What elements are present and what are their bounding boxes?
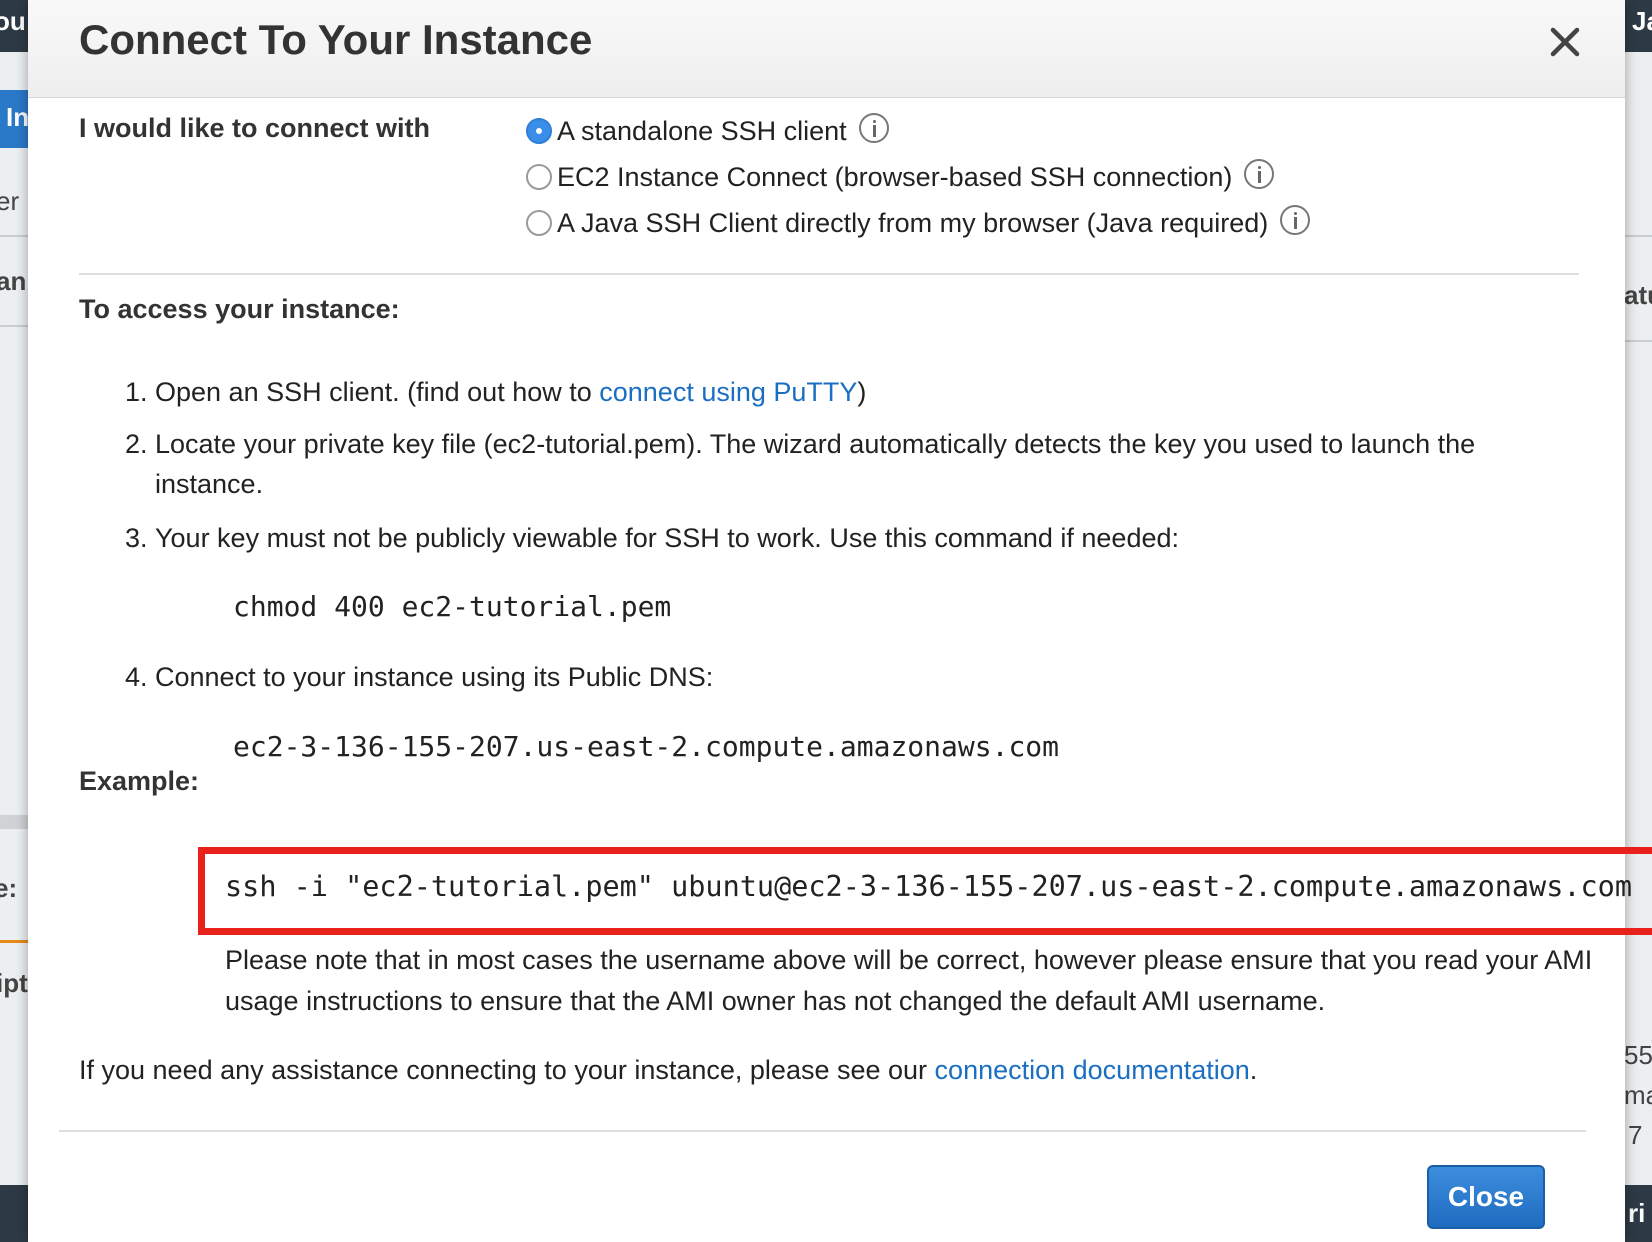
public-dns: ec2-3-136-155-207.us-east-2.compute.amaz… <box>233 730 1060 763</box>
step-text: Connect to your instance using its Publi… <box>155 662 714 692</box>
username-note: Please note that in most cases the usern… <box>225 945 1593 1016</box>
step-number: 4. <box>125 662 148 692</box>
step-text: ) <box>857 377 867 407</box>
example-ssh-command: ssh -i "ec2-tutorial.pem" ubuntu@ec2-3-1… <box>225 870 1632 903</box>
radio-standalone-ssh[interactable] <box>526 118 552 144</box>
dialog-header: Connect To Your Instance <box>28 0 1625 98</box>
assistance-label: If you need any assistance connecting to… <box>79 1055 935 1085</box>
step-4: 4. Connect to your instance using its Pub… <box>125 657 1515 697</box>
radio-ec2-instance-connect[interactable] <box>526 164 552 190</box>
chmod-command: chmod 400 ec2-tutorial.pem <box>233 590 672 623</box>
option-label[interactable]: A standalone SSH client <box>557 116 847 147</box>
step-text: Your key must not be publicly viewable f… <box>155 523 1179 553</box>
background-divider <box>1624 235 1652 237</box>
option-java-ssh-client[interactable]: A Java SSH Client directly from my brows… <box>526 203 1311 243</box>
putty-link[interactable]: connect using PuTTY <box>599 377 857 407</box>
background-page-right: Ja atu 55 ma 7 ri <box>1624 0 1652 1242</box>
step-3: 3. Your key must not be publicly viewable… <box>125 518 1515 558</box>
background-page-left: ou In er an e: ipt <box>0 0 28 1242</box>
close-button[interactable]: Close <box>1427 1165 1545 1229</box>
option-standalone-ssh[interactable]: A standalone SSH client <box>526 111 889 151</box>
background-text: In <box>6 102 28 132</box>
background-text: ou <box>0 6 26 36</box>
assistance-text: If you need any assistance connecting to… <box>79 1055 1257 1086</box>
background-text: atu <box>1624 280 1652 310</box>
background-text: 55 <box>1624 1040 1652 1070</box>
step-number: 3. <box>125 523 148 553</box>
background-accent-line <box>0 940 28 943</box>
background-text: ma <box>1624 1080 1652 1110</box>
close-icon[interactable] <box>1545 22 1585 62</box>
background-text: ri <box>1628 1198 1646 1228</box>
option-label[interactable]: A Java SSH Client directly from my brows… <box>557 208 1268 239</box>
info-icon[interactable] <box>1280 205 1311 235</box>
connection-documentation-link[interactable]: connection documentation <box>935 1055 1250 1085</box>
connect-instance-dialog: Connect To Your Instance I would like to… <box>28 0 1652 1242</box>
background-divider <box>1624 340 1652 342</box>
dialog-title: Connect To Your Instance <box>79 16 593 63</box>
background-text: 7 <box>1628 1120 1643 1150</box>
connect-with-label: I would like to connect with <box>79 113 431 143</box>
access-heading: To access your instance: <box>79 294 400 324</box>
step-2: 2. Locate your private key file (ec2-tut… <box>125 424 1515 504</box>
background-bottom-bar <box>0 1185 28 1242</box>
background-divider <box>0 235 28 237</box>
option-label[interactable]: EC2 Instance Connect (browser-based SSH … <box>557 162 1232 193</box>
background-text: an <box>0 266 27 296</box>
step-text: Open an SSH client. (find out how to <box>155 377 600 407</box>
footer-divider <box>59 1130 1586 1132</box>
background-text: e: <box>0 873 18 903</box>
background-text: Ja <box>1632 6 1652 36</box>
section-divider <box>79 273 1579 275</box>
step-1: 1. Open an SSH client. (find out how to c… <box>125 372 1515 412</box>
radio-java-ssh-client[interactable] <box>526 210 552 236</box>
option-ec2-instance-connect[interactable]: EC2 Instance Connect (browser-based SSH … <box>526 157 1275 197</box>
step-number: 2. <box>125 429 148 459</box>
info-icon[interactable] <box>1244 159 1275 189</box>
example-heading: Example: <box>79 766 200 796</box>
background-divider <box>0 325 28 327</box>
background-text: ipt <box>0 968 28 998</box>
assistance-suffix: . <box>1249 1055 1258 1085</box>
background-text: er <box>0 186 20 216</box>
step-number: 1. <box>125 377 148 407</box>
info-icon[interactable] <box>858 113 889 143</box>
background-divider <box>0 815 28 829</box>
step-text: Locate your private key file (ec2-tutori… <box>155 429 1476 499</box>
